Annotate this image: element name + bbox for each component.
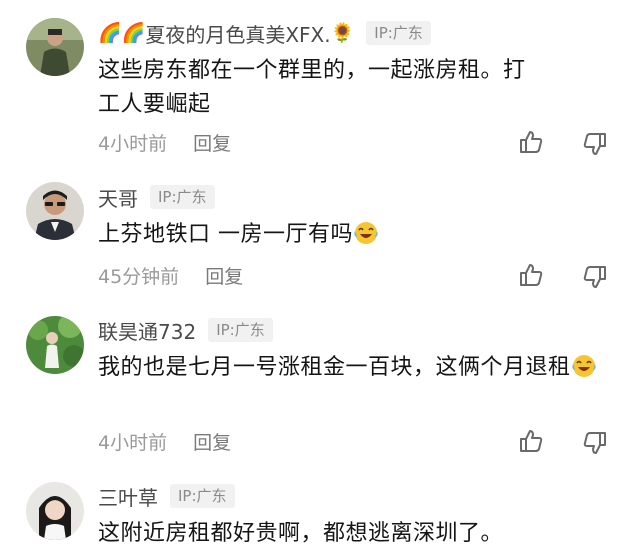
avatar[interactable] — [26, 182, 84, 240]
username[interactable]: 三叶草 — [98, 482, 158, 511]
comment-text: 上芬地铁口 一房一厅有吗 — [98, 218, 618, 252]
timestamp: 45分钟前 — [98, 265, 180, 288]
comment-meta: 4小时前 回复 — [98, 128, 231, 156]
comment-meta: 45分钟前 回复 — [98, 261, 243, 289]
comment-meta: 4小时前 回复 — [98, 427, 231, 455]
ip-location-badge: IP:广东 — [208, 318, 273, 342]
timestamp: 4小时前 — [98, 132, 168, 155]
thumbs-up-icon[interactable] — [518, 129, 544, 155]
comment-text: 这附近房租都好贵啊，都想逃离深圳了。 — [98, 521, 504, 546]
thumbs-down-icon[interactable] — [582, 430, 608, 456]
thumbs-down-icon[interactable] — [582, 131, 608, 157]
avatar[interactable] — [26, 482, 84, 540]
reply-button[interactable]: 回复 — [193, 129, 231, 156]
comment-text: 这些房东都在一个群里的，一起涨房租。打工人要崛起 — [98, 58, 526, 117]
name-row: 三叶草 IP:广东 — [98, 481, 235, 511]
laughing-crying-icon — [353, 220, 379, 246]
ip-location-badge: IP:广东 — [150, 185, 215, 209]
reply-button[interactable]: 回复 — [205, 262, 243, 289]
name-row: 天哥 IP:广东 — [98, 182, 215, 212]
username[interactable]: 夏夜的月色真美XFX. — [145, 19, 330, 48]
name-row: 联昊通732 IP:广东 — [98, 315, 273, 345]
avatar[interactable] — [26, 18, 84, 76]
avatar[interactable] — [26, 316, 84, 374]
username[interactable]: 联昊通732 — [98, 316, 196, 345]
reply-button[interactable]: 回复 — [193, 428, 231, 455]
thumbs-down-icon[interactable] — [582, 264, 608, 290]
username[interactable]: 天哥 — [98, 183, 138, 212]
comment-text: 我的也是七月一号涨租金一百块，这俩个月退租 — [98, 351, 618, 385]
timestamp: 4小时前 — [98, 431, 168, 454]
thumbs-up-icon[interactable] — [518, 428, 544, 454]
thumbs-up-icon[interactable] — [518, 262, 544, 288]
name-row: 🌈🌈 夏夜的月色真美XFX. 🌻 IP:广东 — [98, 18, 431, 48]
sunflower-emoji: 🌻 — [330, 21, 355, 44]
laughing-crying-icon — [571, 353, 597, 379]
rainbow-emoji: 🌈🌈 — [98, 21, 146, 44]
ip-location-badge: IP:广东 — [170, 484, 235, 508]
ip-location-badge: IP:广东 — [366, 21, 431, 45]
